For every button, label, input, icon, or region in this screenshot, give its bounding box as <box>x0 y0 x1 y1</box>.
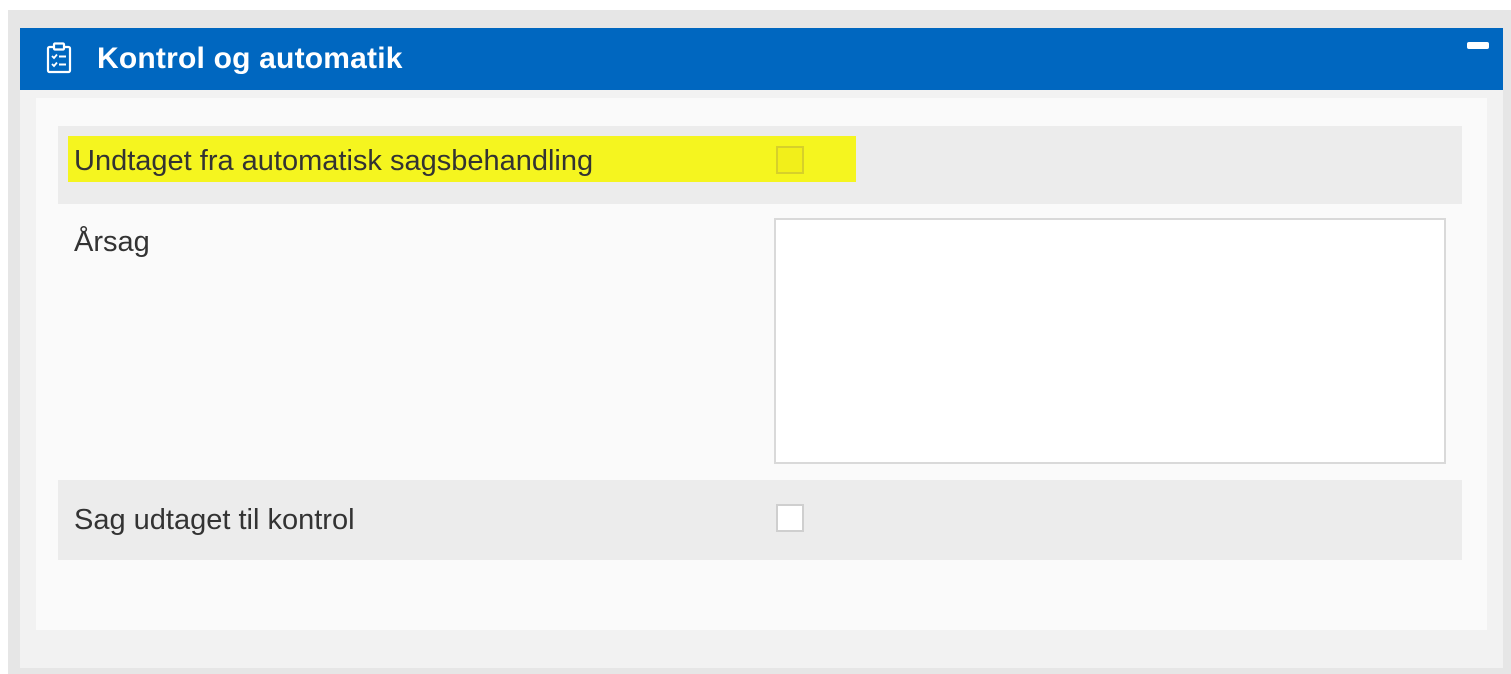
form-row-reason: Årsag <box>58 204 1462 480</box>
panel-header: Kontrol og automatik <box>20 28 1503 90</box>
panel-body: Undtaget fra automatisk sagsbehandling Å… <box>36 98 1487 630</box>
exempt-auto-processing-label: Undtaget fra automatisk sagsbehandling <box>74 145 594 177</box>
control-automation-panel: Kontrol og automatik Undtaget fra automa… <box>20 28 1503 668</box>
collapse-button[interactable] <box>1467 38 1489 52</box>
panel-title: Kontrol og automatik <box>97 42 403 75</box>
minus-icon <box>1467 42 1489 49</box>
exempt-auto-processing-checkbox[interactable] <box>776 146 804 174</box>
form-row-exempt-auto-processing: Undtaget fra automatisk sagsbehandling <box>58 126 1462 204</box>
reason-label: Årsag <box>74 226 150 258</box>
selected-for-control-label: Sag udtaget til kontrol <box>74 504 355 536</box>
form-row-selected-for-control: Sag udtaget til kontrol <box>58 480 1462 560</box>
clipboard-checklist-icon <box>46 42 72 74</box>
reason-textarea[interactable] <box>774 218 1446 464</box>
selected-for-control-checkbox[interactable] <box>776 504 804 532</box>
